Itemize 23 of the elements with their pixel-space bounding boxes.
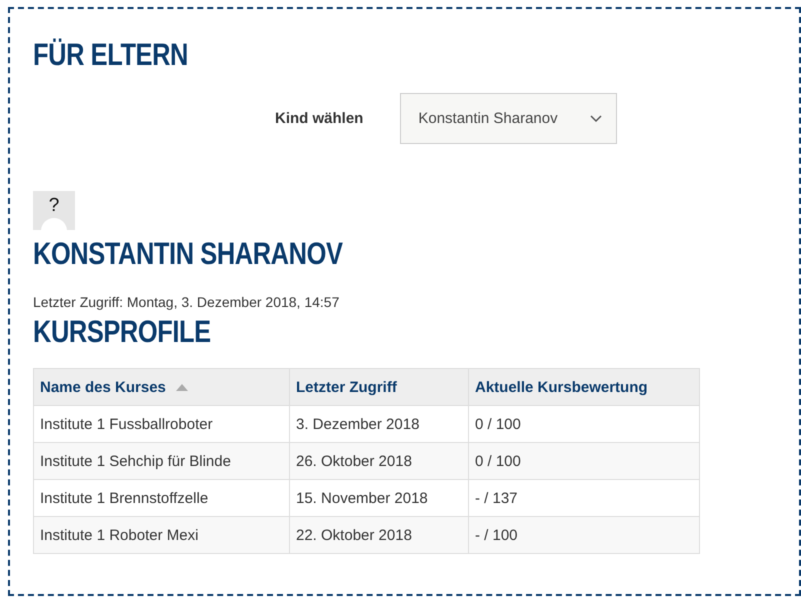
- table-cell: 22. Oktober 2018: [290, 516, 468, 554]
- page-title: FÜR ELTERN: [33, 37, 189, 73]
- table-cell: Institute 1 Brennstoffzelle: [34, 480, 290, 516]
- column-header[interactable]: Letzter Zugriff: [290, 368, 468, 406]
- last-access-text: Letzter Zugriff: Montag, 3. Dezember 2018, 14:57: [33, 294, 340, 310]
- table-cell: - / 100: [468, 516, 700, 554]
- table-cell: 26. Oktober 2018: [290, 442, 468, 480]
- section-title: KURSPROFILE: [33, 314, 212, 350]
- chevron-down-icon: [590, 114, 602, 122]
- table-cell: 3. Dezember 2018: [290, 406, 468, 442]
- user-name: KONSTANTIN SHARANOV: [33, 236, 344, 272]
- image-alt-text: ?: [48, 195, 60, 218]
- table-cell: 15. November 2018: [290, 480, 468, 516]
- table-cell: Institute 1 Roboter Mexi: [34, 516, 290, 554]
- table-cell: - / 137: [468, 480, 700, 516]
- table-cell: Institute 1 Sehchip für Blinde: [34, 442, 290, 480]
- table-cell: 0 / 100: [468, 406, 700, 442]
- column-header[interactable]: Name des Kurses: [34, 368, 290, 406]
- child-select[interactable]: Konstantin Sharanov: [400, 93, 618, 144]
- column-header[interactable]: Aktuelle Kursbewertung: [468, 368, 700, 406]
- table-cell: 0 / 100: [468, 442, 700, 480]
- table-cell: Institute 1 Fussballroboter: [34, 406, 290, 442]
- select-label: Kind wählen: [275, 110, 364, 127]
